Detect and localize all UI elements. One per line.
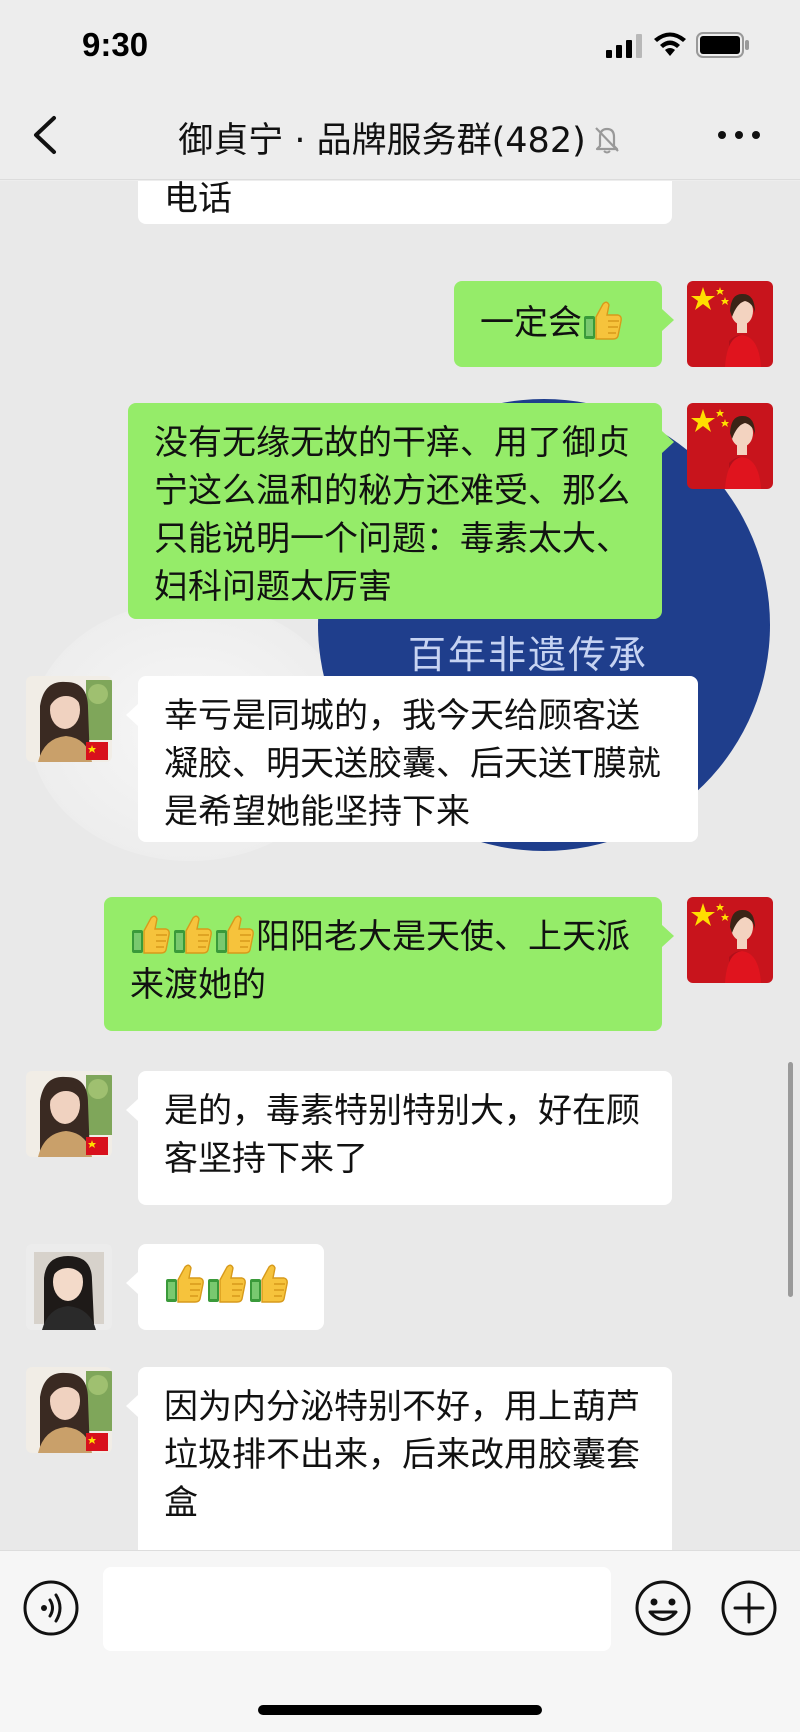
wifi-icon	[654, 32, 686, 56]
message-bubble[interactable]: 是的，毒素特别特别大，好在顾客坚持下来了	[126, 1071, 672, 1205]
background-banner-text: 百年非遗传承	[408, 633, 649, 677]
chat-header: 御貞宁 · 品牌服务群(482)	[0, 90, 800, 180]
chat-title-text: 御貞宁 · 品牌服务群(482)	[178, 121, 586, 161]
thumbs-up-icon	[173, 913, 213, 955]
message-list[interactable]: 百年非遗传承 电话 一定会 没有无缘无故的干痒、用了御贞宁这么温和的秘方还难受、…	[0, 181, 800, 1550]
message-bubble[interactable]: 一定会	[454, 281, 674, 367]
avatar[interactable]	[26, 1367, 112, 1453]
mute-icon	[594, 127, 619, 154]
message-input[interactable]	[103, 1567, 611, 1651]
thumbs-up-icon	[215, 913, 255, 955]
emoji-icon[interactable]	[634, 1579, 692, 1637]
avatar[interactable]	[26, 676, 112, 762]
message-bubble[interactable]: 电话	[138, 181, 672, 224]
message-bubble[interactable]: 没有无缘无故的干痒、用了御贞宁这么温和的秘方还难受、那么只能说明一个问题：毒素太…	[128, 403, 674, 619]
avatar[interactable]	[687, 281, 773, 367]
message-bubble[interactable]: 幸亏是同城的，我今天给顾客送凝胶、明天送胶囊、后天送T膜就是希望她能坚持下来	[126, 676, 698, 842]
message-text: 没有无缘无故的干痒、用了御贞宁这么温和的秘方还难受、那么只能说明一个问题：毒素太…	[154, 423, 630, 607]
status-bar: 9:30	[0, 0, 800, 90]
battery-icon	[696, 32, 749, 58]
message-text: 幸亏是同城的，我今天给顾客送凝胶、明天送胶囊、后天送T膜就是希望她能坚持下来	[164, 696, 661, 832]
message-text: 一定会	[480, 303, 582, 343]
thumbs-up-icon	[165, 1262, 205, 1304]
more-icon[interactable]	[716, 120, 762, 150]
thumbs-up-icon	[583, 299, 623, 341]
message-text: 是的，毒素特别特别大，好在顾客坚持下来了	[164, 1091, 640, 1179]
message-text: 电话	[164, 181, 232, 219]
signal-icon	[606, 34, 642, 58]
voice-icon[interactable]	[22, 1579, 80, 1637]
thumbs-up-icon	[207, 1262, 247, 1304]
home-indicator	[258, 1705, 542, 1715]
message-text: 因为内分泌特别不好，用上葫芦垃圾排不出来，后来改用胶囊套盒	[164, 1387, 640, 1523]
message-bubble[interactable]: 因为内分泌特别不好，用上葫芦垃圾排不出来，后来改用胶囊套盒	[126, 1367, 672, 1550]
avatar[interactable]	[687, 403, 773, 489]
input-bar	[0, 1550, 800, 1732]
back-icon[interactable]	[30, 114, 60, 156]
status-time: 9:30	[82, 26, 149, 63]
chat-title: 御貞宁 · 品牌服务群(482)	[100, 112, 700, 163]
scrollbar[interactable]	[788, 1062, 793, 1297]
message-bubble[interactable]	[126, 1244, 324, 1330]
thumbs-up-icon	[131, 913, 171, 955]
avatar[interactable]	[26, 1071, 112, 1157]
avatar[interactable]	[26, 1244, 112, 1330]
plus-icon[interactable]	[720, 1579, 778, 1637]
avatar[interactable]	[687, 897, 773, 983]
thumbs-up-icon	[249, 1262, 289, 1304]
message-bubble[interactable]: 阳阳老大是天使、上天派来渡她的	[104, 897, 674, 1031]
